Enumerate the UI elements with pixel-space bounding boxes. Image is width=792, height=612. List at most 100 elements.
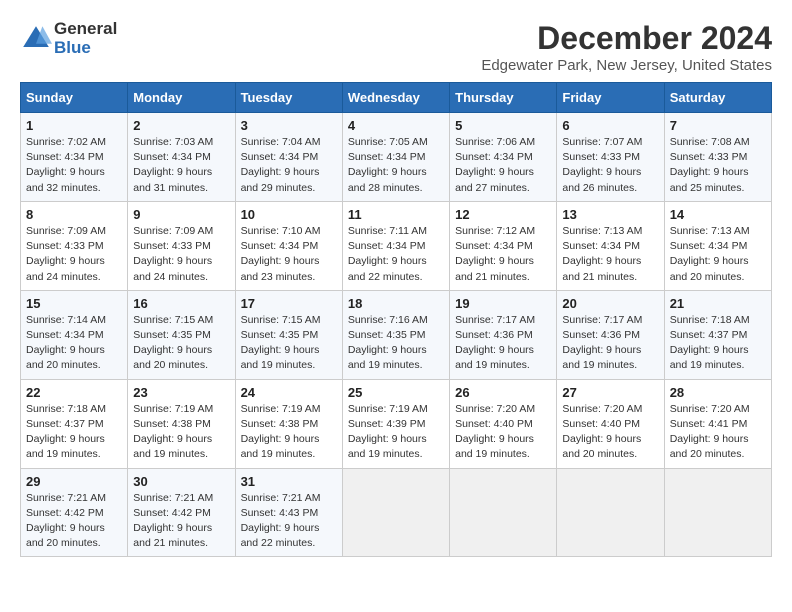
day-number: 20 [562,296,658,311]
day-info: Sunrise: 7:21 AMSunset: 4:42 PMDaylight:… [133,491,229,552]
day-info: Sunrise: 7:21 AMSunset: 4:43 PMDaylight:… [241,491,337,552]
day-number: 30 [133,474,229,489]
calendar-cell: 24Sunrise: 7:19 AMSunset: 4:38 PMDayligh… [235,379,342,468]
calendar-cell: 27Sunrise: 7:20 AMSunset: 4:40 PMDayligh… [557,379,664,468]
logo-general: General [54,20,117,39]
calendar-week-row: 8Sunrise: 7:09 AMSunset: 4:33 PMDaylight… [21,201,772,290]
calendar-cell: 16Sunrise: 7:15 AMSunset: 4:35 PMDayligh… [128,290,235,379]
calendar-cell: 9 Sunrise: 7:09 AMSunset: 4:33 PMDaylight… [128,201,235,290]
day-number: 11 [348,207,444,222]
day-number: 24 [241,385,337,400]
calendar-cell: 8Sunrise: 7:09 AMSunset: 4:33 PMDaylight… [21,201,128,290]
day-info: Sunrise: 7:09 AMSunset: 4:33 PMDaylight:… [26,224,122,285]
calendar-cell: 6 Sunrise: 7:07 AMSunset: 4:33 PMDaylight… [557,113,664,202]
day-number: 13 [562,207,658,222]
day-number: 28 [670,385,766,400]
day-number: 2 [133,118,229,133]
page-title: December 2024 [481,20,772,57]
day-number: 6 [562,118,658,133]
day-number: 4 [348,118,444,133]
calendar-cell: 7Sunrise: 7:08 AMSunset: 4:33 PMDaylight… [664,113,771,202]
calendar-cell [557,468,664,557]
day-number: 1 [26,118,122,133]
calendar-cell [450,468,557,557]
calendar-week-row: 1Sunrise: 7:02 AMSunset: 4:34 PMDaylight… [21,113,772,202]
calendar-table: SundayMondayTuesdayWednesdayThursdayFrid… [20,82,772,557]
day-info: Sunrise: 7:17 AMSunset: 4:36 PMDaylight:… [455,313,551,374]
day-number: 7 [670,118,766,133]
day-info: Sunrise: 7:13 AMSunset: 4:34 PMDaylight:… [562,224,658,285]
calendar-cell [342,468,449,557]
day-number: 29 [26,474,122,489]
day-number: 26 [455,385,551,400]
day-info: Sunrise: 7:06 AMSunset: 4:34 PMDaylight:… [455,135,551,196]
day-number: 14 [670,207,766,222]
day-info: Sunrise: 7:11 AMSunset: 4:34 PMDaylight:… [348,224,444,285]
calendar-day-header: Monday [128,83,235,113]
calendar-cell: 11 Sunrise: 7:11 AMSunset: 4:34 PMDayligh… [342,201,449,290]
calendar-week-row: 15 Sunrise: 7:14 AMSunset: 4:34 PMDayligh… [21,290,772,379]
calendar-cell: 4 Sunrise: 7:05 AMSunset: 4:34 PMDaylight… [342,113,449,202]
calendar-cell: 12 Sunrise: 7:12 AMSunset: 4:34 PMDayligh… [450,201,557,290]
calendar-day-header: Friday [557,83,664,113]
calendar-cell: 13 Sunrise: 7:13 AMSunset: 4:34 PMDayligh… [557,201,664,290]
calendar-cell: 30 Sunrise: 7:21 AMSunset: 4:42 PMDayligh… [128,468,235,557]
calendar-day-header: Saturday [664,83,771,113]
day-info: Sunrise: 7:14 AMSunset: 4:34 PMDaylight:… [26,313,122,374]
day-number: 31 [241,474,337,489]
day-number: 19 [455,296,551,311]
day-number: 9 [133,207,229,222]
calendar-cell: 28 Sunrise: 7:20 AMSunset: 4:41 PMDayligh… [664,379,771,468]
day-info: Sunrise: 7:15 AMSunset: 4:35 PMDaylight:… [241,313,337,374]
day-info: Sunrise: 7:10 AMSunset: 4:34 PMDaylight:… [241,224,337,285]
day-info: Sunrise: 7:15 AMSunset: 4:35 PMDaylight:… [133,313,229,374]
calendar-cell [664,468,771,557]
day-info: Sunrise: 7:19 AMSunset: 4:38 PMDaylight:… [133,402,229,463]
day-info: Sunrise: 7:20 AMSunset: 4:40 PMDaylight:… [562,402,658,463]
day-number: 10 [241,207,337,222]
calendar-day-header: Wednesday [342,83,449,113]
day-info: Sunrise: 7:04 AMSunset: 4:34 PMDaylight:… [241,135,337,196]
page-subtitle: Edgewater Park, New Jersey, United State… [481,57,772,74]
day-number: 21 [670,296,766,311]
calendar-cell: 19 Sunrise: 7:17 AMSunset: 4:36 PMDayligh… [450,290,557,379]
day-info: Sunrise: 7:12 AMSunset: 4:34 PMDaylight:… [455,224,551,285]
calendar-cell: 29 Sunrise: 7:21 AMSunset: 4:42 PMDayligh… [21,468,128,557]
page-header: General Blue December 2024 Edgewater Par… [20,20,772,74]
calendar-day-header: Thursday [450,83,557,113]
day-info: Sunrise: 7:19 AMSunset: 4:39 PMDaylight:… [348,402,444,463]
calendar-cell: 21 Sunrise: 7:18 AMSunset: 4:37 PMDayligh… [664,290,771,379]
calendar-cell: 18Sunrise: 7:16 AMSunset: 4:35 PMDayligh… [342,290,449,379]
day-number: 15 [26,296,122,311]
day-info: Sunrise: 7:20 AMSunset: 4:40 PMDaylight:… [455,402,551,463]
day-info: Sunrise: 7:20 AMSunset: 4:41 PMDaylight:… [670,402,766,463]
calendar-body: 1Sunrise: 7:02 AMSunset: 4:34 PMDaylight… [21,113,772,557]
calendar-week-row: 22Sunrise: 7:18 AMSunset: 4:37 PMDayligh… [21,379,772,468]
day-number: 18 [348,296,444,311]
day-info: Sunrise: 7:21 AMSunset: 4:42 PMDaylight:… [26,491,122,552]
day-info: Sunrise: 7:18 AMSunset: 4:37 PMDaylight:… [670,313,766,374]
day-number: 12 [455,207,551,222]
calendar-cell: 2Sunrise: 7:03 AMSunset: 4:34 PMDaylight… [128,113,235,202]
calendar-cell: 10 Sunrise: 7:10 AMSunset: 4:34 PMDayligh… [235,201,342,290]
calendar-day-header: Sunday [21,83,128,113]
calendar-cell: 23Sunrise: 7:19 AMSunset: 4:38 PMDayligh… [128,379,235,468]
day-number: 17 [241,296,337,311]
calendar-week-row: 29 Sunrise: 7:21 AMSunset: 4:42 PMDayligh… [21,468,772,557]
day-number: 3 [241,118,337,133]
calendar-cell: 26 Sunrise: 7:20 AMSunset: 4:40 PMDayligh… [450,379,557,468]
calendar-cell: 14 Sunrise: 7:13 AMSunset: 4:34 PMDayligh… [664,201,771,290]
calendar-day-header: Tuesday [235,83,342,113]
calendar-header-row: SundayMondayTuesdayWednesdayThursdayFrid… [21,83,772,113]
calendar-cell: 22Sunrise: 7:18 AMSunset: 4:37 PMDayligh… [21,379,128,468]
day-info: Sunrise: 7:09 AMSunset: 4:33 PMDaylight:… [133,224,229,285]
calendar-cell: 5Sunrise: 7:06 AMSunset: 4:34 PMDaylight… [450,113,557,202]
logo-blue: Blue [54,39,117,58]
day-number: 25 [348,385,444,400]
calendar-cell: 25 Sunrise: 7:19 AMSunset: 4:39 PMDayligh… [342,379,449,468]
day-info: Sunrise: 7:13 AMSunset: 4:34 PMDaylight:… [670,224,766,285]
day-info: Sunrise: 7:17 AMSunset: 4:36 PMDaylight:… [562,313,658,374]
logo: General Blue [20,20,117,57]
day-info: Sunrise: 7:07 AMSunset: 4:33 PMDaylight:… [562,135,658,196]
day-info: Sunrise: 7:05 AMSunset: 4:34 PMDaylight:… [348,135,444,196]
